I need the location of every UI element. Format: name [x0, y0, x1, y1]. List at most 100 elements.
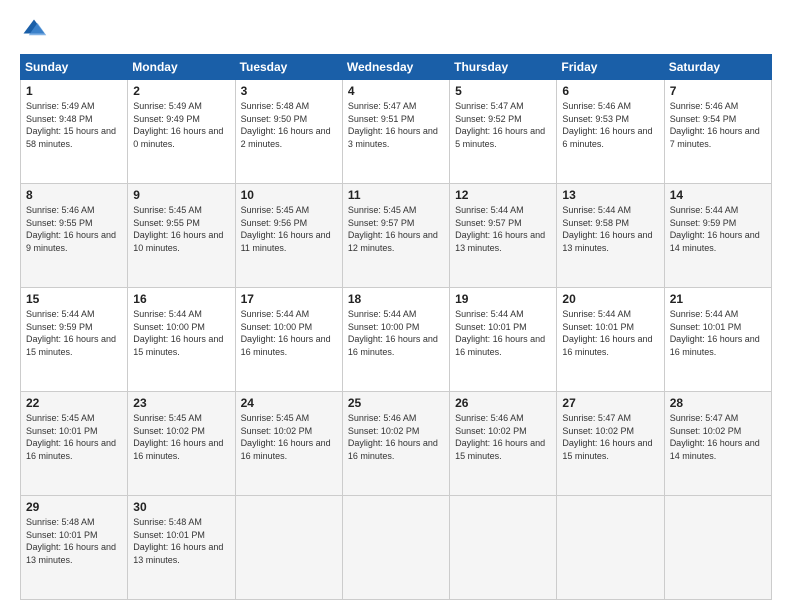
- day-number: 27: [562, 396, 658, 410]
- calendar-cell: 8 Sunrise: 5:46 AMSunset: 9:55 PMDayligh…: [21, 184, 128, 288]
- calendar-cell: 20 Sunrise: 5:44 AMSunset: 10:01 PMDayli…: [557, 288, 664, 392]
- day-number: 26: [455, 396, 551, 410]
- day-header: Thursday: [450, 55, 557, 80]
- day-number: 22: [26, 396, 122, 410]
- day-number: 23: [133, 396, 229, 410]
- cell-content: Sunrise: 5:45 AMSunset: 9:57 PMDaylight:…: [348, 205, 438, 253]
- cell-content: Sunrise: 5:46 AMSunset: 9:55 PMDaylight:…: [26, 205, 116, 253]
- day-header: Tuesday: [235, 55, 342, 80]
- cell-content: Sunrise: 5:47 AMSunset: 10:02 PMDaylight…: [670, 413, 760, 461]
- cell-content: Sunrise: 5:44 AMSunset: 10:00 PMDaylight…: [348, 309, 438, 357]
- day-number: 25: [348, 396, 444, 410]
- cell-content: Sunrise: 5:47 AMSunset: 9:51 PMDaylight:…: [348, 101, 438, 149]
- calendar-cell: 3 Sunrise: 5:48 AMSunset: 9:50 PMDayligh…: [235, 80, 342, 184]
- cell-content: Sunrise: 5:48 AMSunset: 9:50 PMDaylight:…: [241, 101, 331, 149]
- day-number: 17: [241, 292, 337, 306]
- calendar-cell: 6 Sunrise: 5:46 AMSunset: 9:53 PMDayligh…: [557, 80, 664, 184]
- day-number: 29: [26, 500, 122, 514]
- cell-content: Sunrise: 5:44 AMSunset: 9:59 PMDaylight:…: [26, 309, 116, 357]
- day-number: 1: [26, 84, 122, 98]
- calendar-cell: 30 Sunrise: 5:48 AMSunset: 10:01 PMDayli…: [128, 496, 235, 600]
- header: [20, 16, 772, 44]
- calendar-cell: 24 Sunrise: 5:45 AMSunset: 10:02 PMDayli…: [235, 392, 342, 496]
- cell-content: Sunrise: 5:47 AMSunset: 10:02 PMDaylight…: [562, 413, 652, 461]
- calendar-cell: 16 Sunrise: 5:44 AMSunset: 10:00 PMDayli…: [128, 288, 235, 392]
- calendar-cell: 14 Sunrise: 5:44 AMSunset: 9:59 PMDaylig…: [664, 184, 771, 288]
- cell-content: Sunrise: 5:46 AMSunset: 9:54 PMDaylight:…: [670, 101, 760, 149]
- day-number: 16: [133, 292, 229, 306]
- cell-content: Sunrise: 5:44 AMSunset: 9:59 PMDaylight:…: [670, 205, 760, 253]
- cell-content: Sunrise: 5:44 AMSunset: 10:01 PMDaylight…: [562, 309, 652, 357]
- logo: [20, 16, 52, 44]
- calendar-cell: 21 Sunrise: 5:44 AMSunset: 10:01 PMDayli…: [664, 288, 771, 392]
- calendar-cell: [664, 496, 771, 600]
- calendar-cell: 25 Sunrise: 5:46 AMSunset: 10:02 PMDayli…: [342, 392, 449, 496]
- day-number: 11: [348, 188, 444, 202]
- day-number: 4: [348, 84, 444, 98]
- day-header: Wednesday: [342, 55, 449, 80]
- calendar-cell: 23 Sunrise: 5:45 AMSunset: 10:02 PMDayli…: [128, 392, 235, 496]
- cell-content: Sunrise: 5:46 AMSunset: 10:02 PMDaylight…: [455, 413, 545, 461]
- day-number: 30: [133, 500, 229, 514]
- calendar-cell: [235, 496, 342, 600]
- day-number: 19: [455, 292, 551, 306]
- cell-content: Sunrise: 5:45 AMSunset: 10:01 PMDaylight…: [26, 413, 116, 461]
- calendar-cell: 17 Sunrise: 5:44 AMSunset: 10:00 PMDayli…: [235, 288, 342, 392]
- calendar-cell: 22 Sunrise: 5:45 AMSunset: 10:01 PMDayli…: [21, 392, 128, 496]
- day-number: 5: [455, 84, 551, 98]
- calendar-cell: 18 Sunrise: 5:44 AMSunset: 10:00 PMDayli…: [342, 288, 449, 392]
- calendar-cell: 15 Sunrise: 5:44 AMSunset: 9:59 PMDaylig…: [21, 288, 128, 392]
- day-number: 10: [241, 188, 337, 202]
- day-number: 12: [455, 188, 551, 202]
- calendar-cell: 2 Sunrise: 5:49 AMSunset: 9:49 PMDayligh…: [128, 80, 235, 184]
- cell-content: Sunrise: 5:49 AMSunset: 9:48 PMDaylight:…: [26, 101, 116, 149]
- calendar-cell: 1 Sunrise: 5:49 AMSunset: 9:48 PMDayligh…: [21, 80, 128, 184]
- cell-content: Sunrise: 5:44 AMSunset: 10:00 PMDaylight…: [241, 309, 331, 357]
- cell-content: Sunrise: 5:44 AMSunset: 9:58 PMDaylight:…: [562, 205, 652, 253]
- cell-content: Sunrise: 5:44 AMSunset: 9:57 PMDaylight:…: [455, 205, 545, 253]
- day-number: 13: [562, 188, 658, 202]
- calendar-cell: 27 Sunrise: 5:47 AMSunset: 10:02 PMDayli…: [557, 392, 664, 496]
- cell-content: Sunrise: 5:45 AMSunset: 9:55 PMDaylight:…: [133, 205, 223, 253]
- day-number: 9: [133, 188, 229, 202]
- cell-content: Sunrise: 5:46 AMSunset: 9:53 PMDaylight:…: [562, 101, 652, 149]
- cell-content: Sunrise: 5:46 AMSunset: 10:02 PMDaylight…: [348, 413, 438, 461]
- calendar-cell: [450, 496, 557, 600]
- calendar-cell: 26 Sunrise: 5:46 AMSunset: 10:02 PMDayli…: [450, 392, 557, 496]
- day-header: Sunday: [21, 55, 128, 80]
- cell-content: Sunrise: 5:44 AMSunset: 10:01 PMDaylight…: [670, 309, 760, 357]
- calendar-cell: [557, 496, 664, 600]
- cell-content: Sunrise: 5:45 AMSunset: 10:02 PMDaylight…: [133, 413, 223, 461]
- cell-content: Sunrise: 5:44 AMSunset: 10:00 PMDaylight…: [133, 309, 223, 357]
- calendar-cell: 5 Sunrise: 5:47 AMSunset: 9:52 PMDayligh…: [450, 80, 557, 184]
- calendar-cell: 10 Sunrise: 5:45 AMSunset: 9:56 PMDaylig…: [235, 184, 342, 288]
- calendar-cell: 13 Sunrise: 5:44 AMSunset: 9:58 PMDaylig…: [557, 184, 664, 288]
- day-number: 7: [670, 84, 766, 98]
- page: SundayMondayTuesdayWednesdayThursdayFrid…: [0, 0, 792, 612]
- calendar-cell: 28 Sunrise: 5:47 AMSunset: 10:02 PMDayli…: [664, 392, 771, 496]
- day-number: 6: [562, 84, 658, 98]
- calendar-cell: 11 Sunrise: 5:45 AMSunset: 9:57 PMDaylig…: [342, 184, 449, 288]
- calendar-cell: [342, 496, 449, 600]
- day-header: Saturday: [664, 55, 771, 80]
- calendar-table: SundayMondayTuesdayWednesdayThursdayFrid…: [20, 54, 772, 600]
- calendar-cell: 9 Sunrise: 5:45 AMSunset: 9:55 PMDayligh…: [128, 184, 235, 288]
- day-header: Friday: [557, 55, 664, 80]
- cell-content: Sunrise: 5:49 AMSunset: 9:49 PMDaylight:…: [133, 101, 223, 149]
- day-number: 3: [241, 84, 337, 98]
- calendar-cell: 7 Sunrise: 5:46 AMSunset: 9:54 PMDayligh…: [664, 80, 771, 184]
- logo-icon: [20, 16, 48, 44]
- calendar-cell: 19 Sunrise: 5:44 AMSunset: 10:01 PMDayli…: [450, 288, 557, 392]
- calendar-cell: 12 Sunrise: 5:44 AMSunset: 9:57 PMDaylig…: [450, 184, 557, 288]
- calendar-cell: 4 Sunrise: 5:47 AMSunset: 9:51 PMDayligh…: [342, 80, 449, 184]
- day-number: 28: [670, 396, 766, 410]
- day-header: Monday: [128, 55, 235, 80]
- day-number: 2: [133, 84, 229, 98]
- cell-content: Sunrise: 5:48 AMSunset: 10:01 PMDaylight…: [26, 517, 116, 565]
- cell-content: Sunrise: 5:44 AMSunset: 10:01 PMDaylight…: [455, 309, 545, 357]
- day-number: 15: [26, 292, 122, 306]
- calendar-cell: 29 Sunrise: 5:48 AMSunset: 10:01 PMDayli…: [21, 496, 128, 600]
- cell-content: Sunrise: 5:45 AMSunset: 9:56 PMDaylight:…: [241, 205, 331, 253]
- day-number: 24: [241, 396, 337, 410]
- day-number: 20: [562, 292, 658, 306]
